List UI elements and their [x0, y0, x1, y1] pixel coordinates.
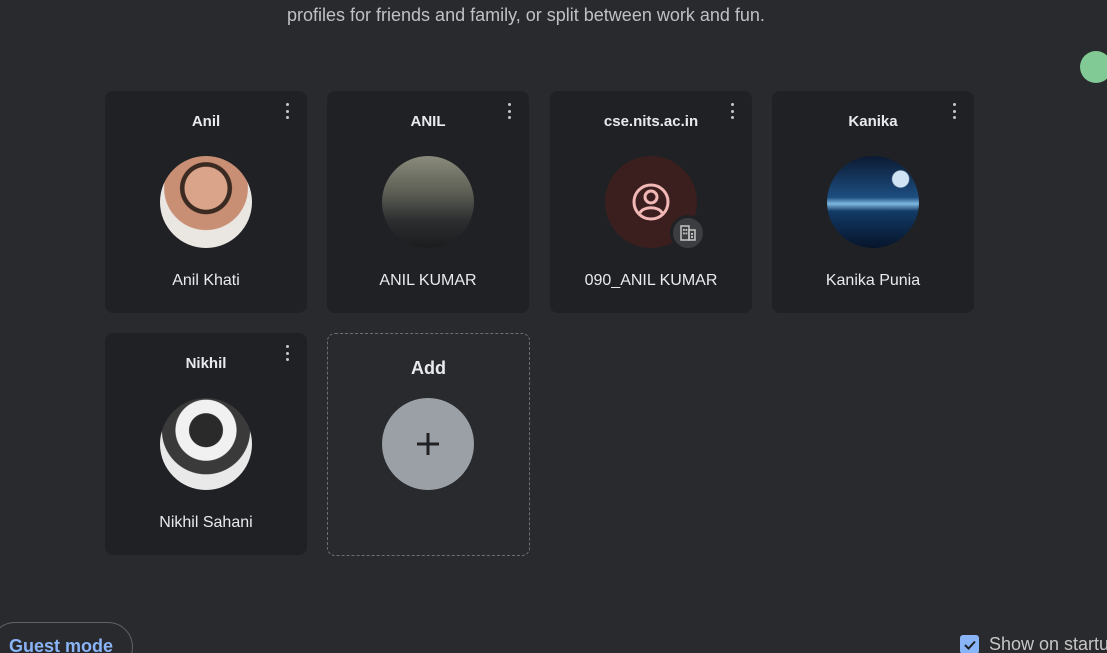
profile-card-kanika[interactable]: Kanika Kanika Punia — [772, 91, 974, 313]
show-on-startup-checkbox[interactable] — [960, 635, 979, 653]
guest-mode-button[interactable]: Guest mode — [0, 622, 133, 653]
more-options-icon[interactable] — [726, 103, 738, 119]
profile-label: Nikhil Sahani — [159, 514, 253, 531]
profile-name: Kanika — [848, 113, 898, 130]
check-icon — [963, 640, 976, 650]
more-options-icon[interactable] — [948, 103, 960, 119]
profile-label: ANIL KUMAR — [379, 272, 477, 289]
profile-avatar — [382, 156, 474, 248]
profile-label: 090_ANIL KUMAR — [584, 272, 718, 289]
profile-name: Anil — [191, 113, 221, 130]
profile-avatar — [160, 398, 252, 490]
profile-label: Kanika Punia — [825, 272, 921, 289]
more-options-icon[interactable] — [503, 103, 515, 119]
profile-card-nikhil[interactable]: Nikhil Nikhil Sahani — [105, 333, 307, 555]
profile-picker-subtitle: profiles for friends and family, or spli… — [287, 5, 765, 25]
more-options-icon[interactable] — [281, 103, 293, 119]
more-options-icon[interactable] — [281, 345, 293, 361]
profile-card-anil[interactable]: Anil Anil Khati — [105, 91, 307, 313]
profile-label: Anil Khati — [172, 272, 240, 289]
show-on-startup: Show on startu — [960, 634, 1107, 653]
profile-card-anil-kumar[interactable]: ANIL ANIL KUMAR — [327, 91, 529, 313]
profile-avatar — [827, 156, 919, 248]
profile-card-org[interactable]: cse.nits.ac.in 090_ANIL KUMAR — [550, 91, 752, 313]
profile-name: Nikhil — [185, 355, 227, 372]
profile-name: cse.nits.ac.in — [603, 113, 699, 130]
profile-name: ANIL — [410, 113, 446, 130]
add-profile-button[interactable]: Add — [327, 333, 530, 556]
status-dot — [1080, 51, 1107, 83]
building-icon — [670, 215, 706, 251]
plus-icon — [382, 398, 474, 490]
show-on-startup-label: Show on startu — [989, 634, 1107, 653]
add-profile-label: Add — [411, 358, 446, 378]
profile-avatar — [160, 156, 252, 248]
